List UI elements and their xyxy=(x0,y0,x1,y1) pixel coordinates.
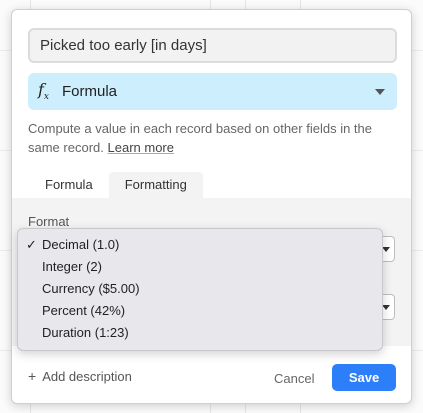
add-description-button[interactable]: + Add description xyxy=(28,368,132,384)
save-button[interactable]: Save xyxy=(332,364,396,391)
field-type-label: Formula xyxy=(62,83,118,100)
learn-more-link[interactable]: Learn more xyxy=(108,140,174,155)
field-config-dialog: fx Formula Compute a value in each recor… xyxy=(11,9,412,404)
plus-icon: + xyxy=(28,368,37,384)
format-option-label: Decimal (1.0) xyxy=(42,237,120,252)
format-dropdown-menu: ✓ Decimal (1.0) Integer (2) Currency ($5… xyxy=(17,228,383,351)
checkmark-icon: ✓ xyxy=(26,237,37,252)
caret-down-icon xyxy=(382,305,390,310)
caret-down-icon xyxy=(382,247,390,252)
format-option-label: Percent (42%) xyxy=(42,303,126,318)
formula-fx-icon: fx xyxy=(38,80,49,103)
format-option-decimal[interactable]: ✓ Decimal (1.0) xyxy=(18,234,382,256)
field-type-description: Compute a value in each record based on … xyxy=(28,119,400,157)
caret-down-icon xyxy=(375,88,385,95)
cancel-button[interactable]: Cancel xyxy=(270,366,318,392)
tab-formatting[interactable]: Formatting xyxy=(108,172,203,198)
config-tabs: Formula Formatting xyxy=(29,172,203,198)
format-option-label: Duration (1:23) xyxy=(42,325,129,340)
field-type-select[interactable]: fx Formula xyxy=(28,73,397,110)
format-option-integer[interactable]: Integer (2) xyxy=(18,256,382,278)
tab-formula[interactable]: Formula xyxy=(29,172,109,198)
help-text: Compute a value in each record based on … xyxy=(28,121,372,155)
format-option-percent[interactable]: Percent (42%) xyxy=(18,300,382,322)
format-option-duration[interactable]: Duration (1:23) xyxy=(18,322,382,344)
format-option-label: Currency ($5.00) xyxy=(42,281,140,296)
add-description-label: Add description xyxy=(42,368,132,384)
field-name-input[interactable] xyxy=(28,28,397,63)
format-label: Format xyxy=(28,214,70,229)
format-option-label: Integer (2) xyxy=(42,259,102,274)
format-option-currency[interactable]: Currency ($5.00) xyxy=(18,278,382,300)
